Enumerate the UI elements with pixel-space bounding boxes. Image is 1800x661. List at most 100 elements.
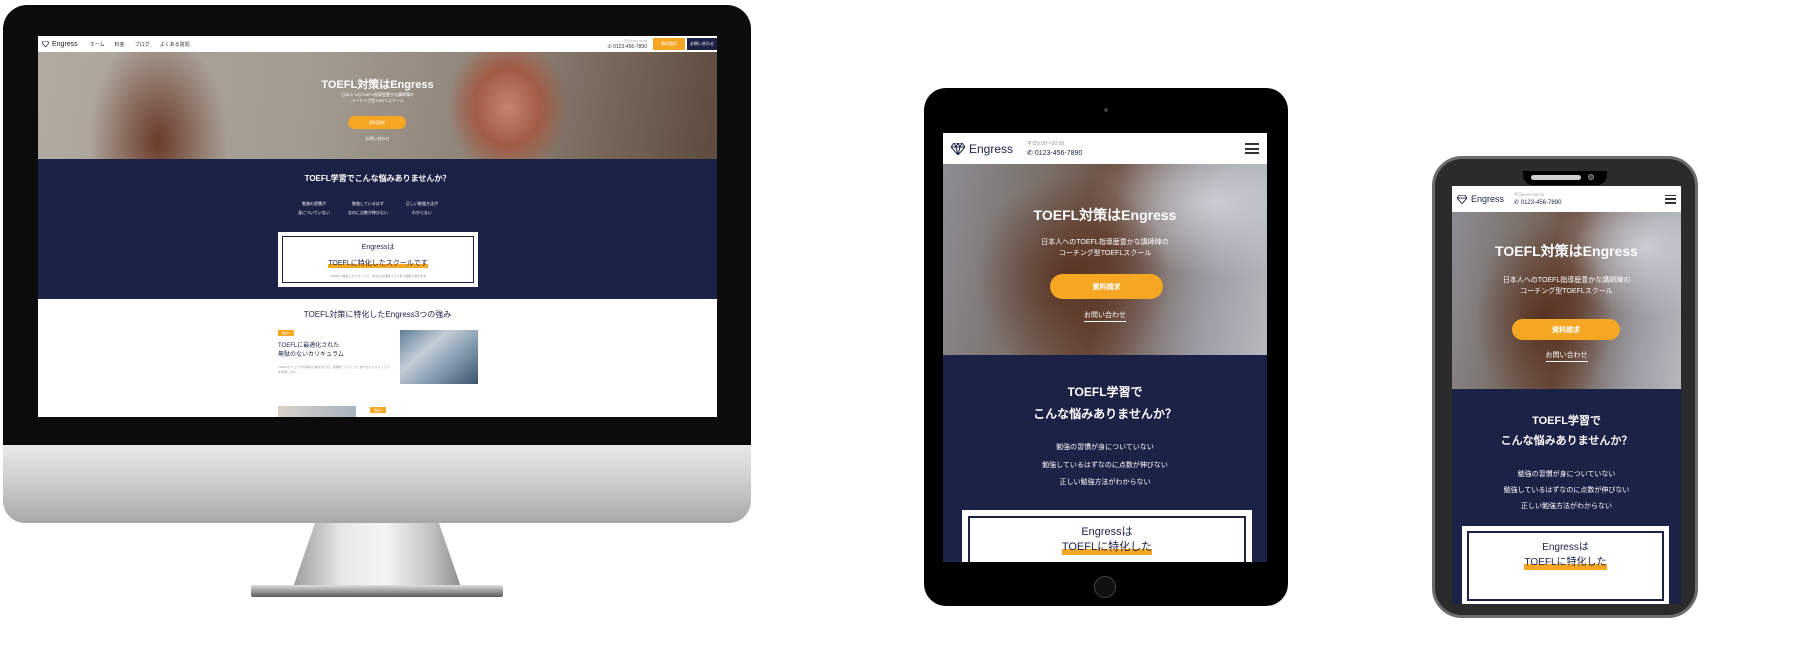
- phone-icon: ✆: [1027, 149, 1033, 157]
- hero-title: TOEFL対策はEngress: [1033, 207, 1177, 223]
- hero-subtitle-line: コーチング型TOEFLスクール: [1520, 288, 1613, 295]
- hero-title: TOEFL対策はEngress: [321, 79, 434, 91]
- monitor-stand-foot: [251, 585, 503, 597]
- intro-box-title: Engressは: [1081, 526, 1133, 538]
- hero-request-button[interactable]: 資料請求: [1050, 274, 1163, 299]
- tablet-hero: TOEFL対策はEngress 日本人へのTOEFL指導歴豊かな講師陣の コーチ…: [943, 164, 1267, 355]
- phone-worry-section: TOEFL学習で こんな悩みありませんか？ 勉強の習慣が身についていない 勉強し…: [1452, 389, 1681, 604]
- phone-speaker: [1531, 175, 1581, 180]
- hero-title: TOEFL対策はEngress: [1495, 243, 1638, 259]
- worry-item: 勉強しているはずなのに点数が伸びない: [1042, 462, 1168, 469]
- hero-subtitle-line: コーチング型TOEFLスクール: [1058, 250, 1152, 257]
- worry-item: 勉強の習慣が身についていない: [1056, 444, 1154, 451]
- request-button[interactable]: 資料請求: [653, 38, 685, 50]
- logo-text: Engress: [52, 40, 78, 48]
- worry-line: 身についていない: [298, 210, 330, 215]
- tel-hours: 平日9:00〜20:00: [1027, 140, 1065, 147]
- worry-title-line: TOEFL学習で: [1532, 415, 1601, 427]
- diamond-icon: [1457, 194, 1467, 204]
- tablet-home-button[interactable]: [1094, 576, 1116, 598]
- worry-item: 勉強の習慣が身についていない: [1517, 471, 1616, 478]
- strength-tag: 強み2: [370, 407, 386, 413]
- worry-line: 勉強の習慣が: [301, 201, 326, 206]
- desktop-nav: ホーム 料金 ブログ よくある質問: [90, 41, 190, 48]
- worry-item: 正しい勉強方法がわからない: [406, 199, 438, 217]
- phone-screen: Engress 平日9:00〜20:00 ✆ 0123-456-7890 TOE…: [1452, 186, 1681, 604]
- desktop-monitor-mockup: Engress ホーム 料金 ブログ よくある質問 平日 9:00〜21:00 …: [3, 5, 751, 597]
- hero-contact-link-text[interactable]: お問い合わせ: [1084, 312, 1126, 322]
- tablet-intro-box: Engressは TOEFLに特化した: [962, 510, 1252, 562]
- diamond-icon: [951, 142, 965, 155]
- feature-photo-2: [278, 406, 356, 417]
- hero-subtitle: 日本人へのTOEFL指導歴豊かな講師陣の コーチング型TOEFLスクール: [38, 92, 717, 104]
- desktop-logo[interactable]: Engress: [42, 41, 78, 48]
- phone-logo[interactable]: Engress: [1457, 194, 1504, 204]
- tablet-tel: 平日9:00〜20:00 ✆ 0123-456-7890: [1027, 140, 1082, 158]
- hero-subtitle-line: コーチング型TOEFLスクール: [351, 98, 404, 103]
- phone-header: Engress 平日9:00〜20:00 ✆ 0123-456-7890: [1452, 186, 1681, 212]
- tablet-worry-section: TOEFL学習で こんな悩みありませんか？ 勉強の習慣が身についていない 勉強し…: [943, 355, 1267, 562]
- worry-title: TOEFL学習でこんな悩みありませんか？: [304, 174, 451, 183]
- hero-request-button[interactable]: 資料請求: [348, 116, 406, 129]
- tel-number[interactable]: 0123-456-7890: [1035, 150, 1083, 157]
- worry-line: なのに点数が伸びない: [347, 210, 388, 215]
- strength-title: TOEFL対策に特化したEngress3つの強み: [303, 310, 452, 319]
- worry-title-line: こんな悩みありませんか？: [1500, 435, 1633, 447]
- hero-subtitle: 日本人へのTOEFL指導歴豊かな講師陣の コーチング型TOEFLスクール: [1452, 275, 1681, 297]
- feature-title-line: 無駄のないカリキュラム: [278, 352, 344, 358]
- nav-item-faq[interactable]: よくある質問: [160, 41, 190, 48]
- worry-title: TOEFL学習で こんな悩みありませんか？: [943, 381, 1267, 425]
- tablet-camera: [1104, 108, 1108, 112]
- contact-button[interactable]: お問い合わせ: [687, 38, 717, 50]
- intro-box-highlight: TOEFLに特化した: [1524, 555, 1607, 570]
- desktop-nav-right: 平日 9:00〜21:00 ✆ 0123-456-7890 資料請求 お問い合わ…: [607, 36, 717, 52]
- worry-item: 勉強しているはずなのに点数が伸びない: [1503, 487, 1630, 494]
- strength-tag: 強み1: [278, 330, 294, 336]
- intro-box-text: Engressは TOEFLに特化した: [962, 510, 1252, 555]
- worry-item: 正しい勉強方法がわからない: [1059, 479, 1151, 486]
- feature-title-line: TOEFLに最適化された: [278, 343, 340, 349]
- worry-item: 正しい勉強方法がわからない: [1521, 503, 1612, 510]
- phone-camera: [1588, 174, 1594, 180]
- diamond-icon: [42, 41, 49, 47]
- menu-icon[interactable]: [1245, 143, 1259, 154]
- hero-contact-link-text[interactable]: お問い合わせ: [1545, 352, 1588, 362]
- phone-icon: ✆: [1514, 200, 1520, 206]
- tel-number[interactable]: 0123-456-7890: [613, 44, 647, 50]
- hero-subtitle: 日本人へのTOEFL指導歴豊かな講師陣の コーチング型TOEFLスクール: [943, 237, 1267, 259]
- nav-item-price[interactable]: 料金: [115, 41, 125, 48]
- hero-subtitle-line: 日本人へのTOEFL指導歴豊かな講師陣の: [1502, 277, 1631, 284]
- phone-intro-box: Engressは TOEFLに特化した: [1462, 526, 1669, 604]
- hero-request-button[interactable]: 資料請求: [1512, 319, 1620, 340]
- worry-item: 勉強しているはずなのに点数が伸びない: [348, 199, 388, 217]
- hero-contact-link[interactable]: お問い合わせ: [943, 310, 1267, 322]
- feature-title: TOEFLに最適化された 無駄のないカリキュラム: [278, 342, 344, 360]
- worry-title-line: TOEFL学習で: [1067, 385, 1143, 399]
- worry-title: TOEFL学習で こんな悩みありませんか？: [1452, 411, 1681, 451]
- menu-icon[interactable]: [1665, 194, 1676, 204]
- phone-icon: ✆: [607, 44, 612, 50]
- hero-contact-link[interactable]: お問い合わせ: [38, 136, 717, 142]
- nav-item-home[interactable]: ホーム: [90, 41, 105, 48]
- tablet-mockup: Engress 平日9:00〜20:00 ✆ 0123-456-7890 TOE…: [924, 88, 1288, 606]
- worry-item: 勉強の習慣が身についていない: [298, 199, 330, 217]
- intro-box-highlight: TOEFLに特化したスクールです: [328, 258, 428, 268]
- hero-contact-link[interactable]: お問い合わせ: [1452, 350, 1681, 362]
- feature-text: TOEFLのスコアを効率的に伸ばすため、受験者一人ひとりに合わせたカリキュラムを…: [278, 365, 390, 374]
- logo-text: Engress: [969, 141, 1014, 156]
- tablet-logo[interactable]: Engress: [951, 142, 1013, 156]
- phone-tel: 平日9:00〜20:00 ✆ 0123-456-7890: [1514, 191, 1561, 207]
- worry-list: 勉強の習慣が 身についていない 勉強しているはず なのに点数が伸びない 正しい勉強方…: [298, 199, 438, 217]
- intro-box-title: Engressは: [361, 244, 395, 251]
- tel-number[interactable]: 0123-456-7890: [1521, 200, 1562, 206]
- feature-photo: [400, 330, 478, 384]
- nav-item-blog[interactable]: ブログ: [135, 41, 150, 48]
- logo-text: Engress: [1471, 194, 1505, 204]
- desktop-tel: 平日 9:00〜21:00 ✆ 0123-456-7890: [607, 38, 647, 50]
- desktop-intro-box: Engressは TOEFLに特化したスクールです TOEFLに特化したスクール…: [278, 232, 478, 287]
- phone-mockup: Engress 平日9:00〜20:00 ✆ 0123-456-7890 TOE…: [1432, 156, 1698, 618]
- tablet-screen: Engress 平日9:00〜20:00 ✆ 0123-456-7890 TOE…: [943, 133, 1267, 562]
- intro-box-text: TOEFLに特化したスクールで、あなたの目標スコアまで最短で導きます: [329, 274, 427, 278]
- desktop-worry-section: TOEFL学習でこんな悩みありませんか？ 勉強の習慣が 身についていない 勉強して…: [38, 159, 717, 299]
- phone-hero: TOEFL対策はEngress 日本人へのTOEFL指導歴豊かな講師陣の コーチ…: [1452, 212, 1681, 389]
